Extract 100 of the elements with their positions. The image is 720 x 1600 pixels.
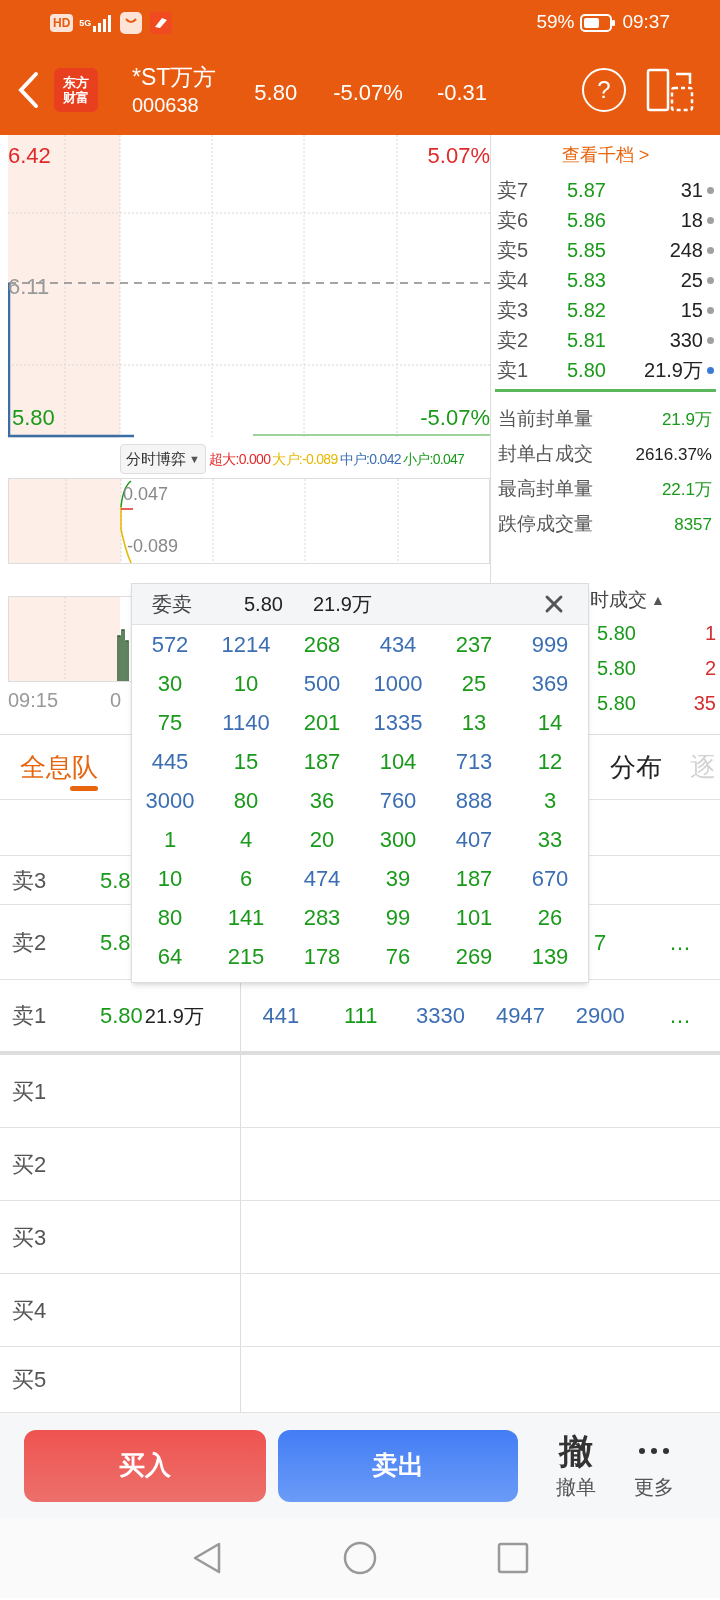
thousand-levels-link[interactable]: 查看千档 > (491, 135, 720, 175)
order-size: 434 (378, 631, 418, 659)
order-size: 1000 (372, 670, 424, 698)
popup-volume: 21.9万 (312, 592, 372, 617)
more-button[interactable]: 更多 (634, 1429, 674, 1502)
level-label: 买1 (12, 1077, 48, 1106)
order-size: 500 (302, 670, 342, 698)
order-size: 99 (384, 904, 412, 932)
ask-level: 卖7 (497, 178, 530, 203)
trade-price: 5.80 (597, 655, 636, 681)
stat-value: 21.9万 (661, 408, 712, 431)
order-size: 75 (156, 709, 184, 737)
order-size: 1140 (221, 709, 271, 737)
network-label: 5G (79, 17, 92, 28)
signal-icon (92, 13, 113, 32)
ask-price: 5.83 (567, 268, 606, 293)
stat-value: 8357 (674, 513, 712, 536)
order-size: 76 (384, 943, 412, 971)
ask-level: 卖2 (497, 328, 530, 353)
order-size: 26 (536, 904, 564, 932)
order-size: 269 (454, 943, 494, 971)
change-amount: -0.31 (436, 78, 488, 107)
order-size: 1335 (372, 709, 424, 737)
order-size: … (668, 1002, 693, 1030)
stat-label: 最高封单量 (498, 477, 593, 502)
order-size: 39 (384, 865, 412, 893)
clock: 09:37 (622, 10, 670, 35)
order-size: 268 (302, 631, 342, 659)
split-screen-icon[interactable] (646, 68, 694, 112)
stat-value: 2616.37% (635, 443, 712, 466)
last-price: 5.80 (254, 78, 298, 107)
tab[interactable]: 全息队 (20, 735, 98, 799)
order-size: 10 (232, 670, 260, 698)
order-size: 36 (308, 787, 336, 815)
ask-price: 5.85 (567, 238, 606, 263)
order-size: 670 (530, 865, 570, 893)
level-label: 买4 (12, 1296, 48, 1325)
ask-level: 卖4 (497, 268, 530, 293)
order-size: 104 (378, 748, 418, 776)
order-size: 572 (150, 631, 190, 659)
level-price: 5.8 (100, 928, 131, 957)
cancel-order-button[interactable]: 撤 撤单 (556, 1429, 596, 1502)
ask-volume: 18 (680, 208, 703, 233)
level-label: 买2 (12, 1150, 48, 1179)
ask-price: 5.86 (567, 208, 606, 233)
indicator-selector[interactable]: 分时博弈 ▼ (120, 444, 206, 474)
order-size: 6 (238, 865, 254, 893)
order-size: 441 (261, 1002, 301, 1030)
order-size: 80 (232, 787, 260, 815)
order-size: 1 (162, 826, 178, 854)
stat-label: 封单占成交 (498, 442, 593, 467)
order-size: 2900 (574, 1002, 626, 1030)
popup-price: 5.80 (244, 592, 283, 617)
home-nav-icon[interactable] (343, 1541, 377, 1575)
ask-price: 5.82 (567, 298, 606, 323)
sell-button[interactable]: 卖出 (278, 1429, 518, 1502)
order-size: 4947 (494, 1002, 546, 1030)
order-size: 888 (454, 787, 494, 815)
level-price: 5.80 (100, 1002, 143, 1030)
change-percent: -5.07% (333, 78, 403, 107)
axis-label: 0.047 (123, 483, 169, 506)
help-button[interactable]: ? (582, 68, 626, 112)
back-nav-icon[interactable] (191, 1541, 223, 1575)
trades-header: 时成交 (590, 587, 647, 612)
order-size: 283 (302, 904, 342, 932)
order-size: 369 (530, 670, 570, 698)
trade-price: 5.80 (597, 620, 636, 646)
recents-nav-icon[interactable] (497, 1542, 529, 1574)
trade-volume: 2 (704, 655, 716, 681)
back-icon[interactable] (16, 70, 40, 110)
order-size: 12 (536, 748, 564, 776)
stock-code: 000638 (132, 93, 200, 118)
stock-name: *ST万方 (132, 63, 217, 92)
indicator-value: 大户:-0.089 (272, 449, 338, 469)
ask-volume: 330 (669, 328, 703, 353)
order-size: 15 (232, 748, 260, 776)
buy-button[interactable]: 买入 (24, 1429, 266, 1502)
axis-label: -0.089 (127, 535, 179, 558)
battery-icon (580, 12, 617, 33)
hd-badge: HD (50, 13, 74, 32)
tab[interactable]: 分布 (610, 735, 662, 799)
battery-percent: 59% (536, 10, 575, 35)
ask-volume: 248 (669, 238, 703, 263)
stat-label: 当前封单量 (498, 407, 593, 432)
time-label: 09:15 (8, 687, 59, 713)
order-size: 178 (302, 943, 342, 971)
ask-level: 卖5 (497, 238, 530, 263)
order-size: 25 (460, 670, 488, 698)
app-logo: 东方 财富 (54, 68, 98, 112)
order-size: 13 (460, 709, 488, 737)
trade-price: 5.80 (597, 690, 636, 716)
indicator-value: 小户:0.047 (402, 449, 465, 469)
trade-volume: 35 (693, 690, 716, 716)
axis-label: -5.07% (420, 404, 490, 432)
level-label: 卖2 (12, 928, 48, 957)
axis-label: 6.42 (8, 142, 51, 170)
order-size: 20 (308, 826, 336, 854)
trade-volume: 1 (704, 620, 716, 646)
time-label: 0 (110, 687, 122, 713)
sort-icon[interactable]: ▲ (651, 589, 665, 611)
